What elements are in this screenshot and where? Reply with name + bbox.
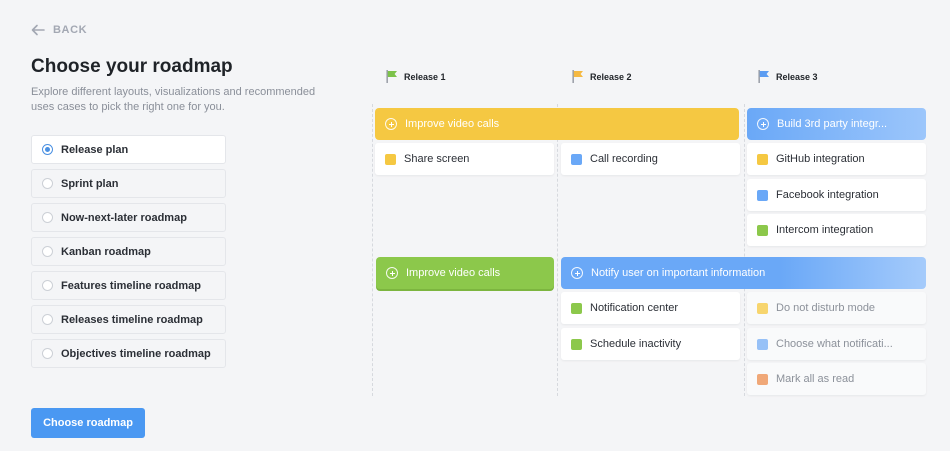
choose-roadmap-button[interactable]: Choose roadmap (31, 408, 145, 438)
feature-card[interactable]: Schedule inactivity (561, 328, 740, 360)
option-features-timeline[interactable]: Features timeline roadmap (31, 271, 226, 300)
card-label: Call recording (590, 153, 658, 165)
option-label: Now-next-later roadmap (61, 211, 187, 224)
back-link[interactable]: BACK (31, 24, 87, 36)
card-label: Facebook integration (776, 189, 879, 201)
epic-bar[interactable]: Build 3rd party integr... (747, 108, 926, 140)
add-icon[interactable] (757, 118, 769, 130)
roadmap-options: Release plan Sprint plan Now-next-later … (31, 135, 226, 373)
color-swatch (385, 153, 396, 165)
page-title: Choose your roadmap (31, 56, 233, 77)
release-header-2: Release 2 (572, 70, 632, 83)
option-kanban[interactable]: Kanban roadmap (31, 237, 226, 266)
feature-card[interactable]: Do not disturb mode (747, 292, 926, 324)
option-label: Release plan (61, 143, 129, 156)
epic-bar[interactable]: Improve video calls (375, 108, 739, 140)
radio-icon (42, 314, 53, 325)
feature-card[interactable]: Call recording (561, 143, 740, 175)
color-swatch (757, 224, 768, 236)
release-header-1: Release 1 (386, 70, 446, 83)
color-swatch (571, 338, 582, 350)
option-now-next-later[interactable]: Now-next-later roadmap (31, 203, 226, 232)
back-label: BACK (53, 24, 88, 36)
option-label: Objectives timeline roadmap (61, 347, 211, 360)
option-releases-timeline[interactable]: Releases timeline roadmap (31, 305, 226, 334)
radio-icon (42, 178, 53, 189)
card-label: Notification center (590, 302, 679, 314)
card-label: Intercom integration (776, 224, 874, 236)
radio-icon (42, 212, 53, 223)
radio-icon (42, 280, 53, 291)
color-swatch (757, 153, 768, 165)
option-label: Features timeline roadmap (61, 279, 201, 292)
card-label: Schedule inactivity (590, 338, 682, 350)
epic-bar[interactable]: Improve video calls (376, 257, 554, 289)
epic-label: Build 3rd party integr... (777, 118, 888, 130)
epic-label: Improve video calls (405, 118, 500, 130)
radio-icon (42, 348, 53, 359)
feature-card[interactable]: Intercom integration (747, 214, 926, 246)
column-divider (557, 104, 558, 396)
add-icon[interactable] (385, 118, 397, 130)
color-swatch (571, 302, 582, 314)
epic-bar[interactable]: Notify user on important information (561, 257, 926, 289)
option-label: Kanban roadmap (61, 245, 151, 258)
feature-card[interactable]: Facebook integration (747, 179, 926, 211)
radio-icon (42, 246, 53, 257)
flag-icon (758, 70, 769, 83)
add-icon[interactable] (571, 267, 583, 279)
option-label: Releases timeline roadmap (61, 313, 203, 326)
epic-label: Notify user on important information (591, 267, 766, 279)
option-release-plan[interactable]: Release plan (31, 135, 226, 164)
release-header-3: Release 3 (758, 70, 818, 83)
release-label: Release 1 (404, 71, 446, 82)
color-swatch (571, 153, 582, 165)
option-label: Sprint plan (61, 177, 119, 190)
feature-card[interactable]: Mark all as read (747, 363, 926, 395)
color-swatch (757, 302, 768, 314)
feature-card[interactable]: Notification center (561, 292, 740, 324)
card-label: Mark all as read (776, 373, 855, 385)
column-divider (744, 104, 745, 396)
flag-icon (386, 70, 397, 83)
card-label: GitHub integration (776, 153, 865, 165)
option-objectives-timeline[interactable]: Objectives timeline roadmap (31, 339, 226, 368)
radio-icon (42, 144, 53, 155)
card-label: Share screen (404, 153, 470, 165)
card-label: Do not disturb mode (776, 302, 876, 314)
feature-card[interactable]: GitHub integration (747, 143, 926, 175)
epic-label: Improve video calls (406, 267, 501, 279)
feature-card[interactable]: Share screen (375, 143, 554, 175)
release-label: Release 3 (776, 71, 818, 82)
page-subtitle: Explore different layouts, visualization… (31, 86, 316, 113)
color-swatch (757, 338, 768, 350)
color-swatch (757, 373, 768, 385)
arrow-left-icon (31, 24, 45, 36)
option-sprint-plan[interactable]: Sprint plan (31, 169, 226, 198)
flag-icon (572, 70, 583, 83)
card-label: Choose what notificati... (776, 338, 893, 350)
column-divider (372, 104, 373, 396)
release-label: Release 2 (590, 71, 632, 82)
color-swatch (757, 189, 768, 201)
feature-card[interactable]: Choose what notificati... (747, 328, 926, 360)
add-icon[interactable] (386, 267, 398, 279)
